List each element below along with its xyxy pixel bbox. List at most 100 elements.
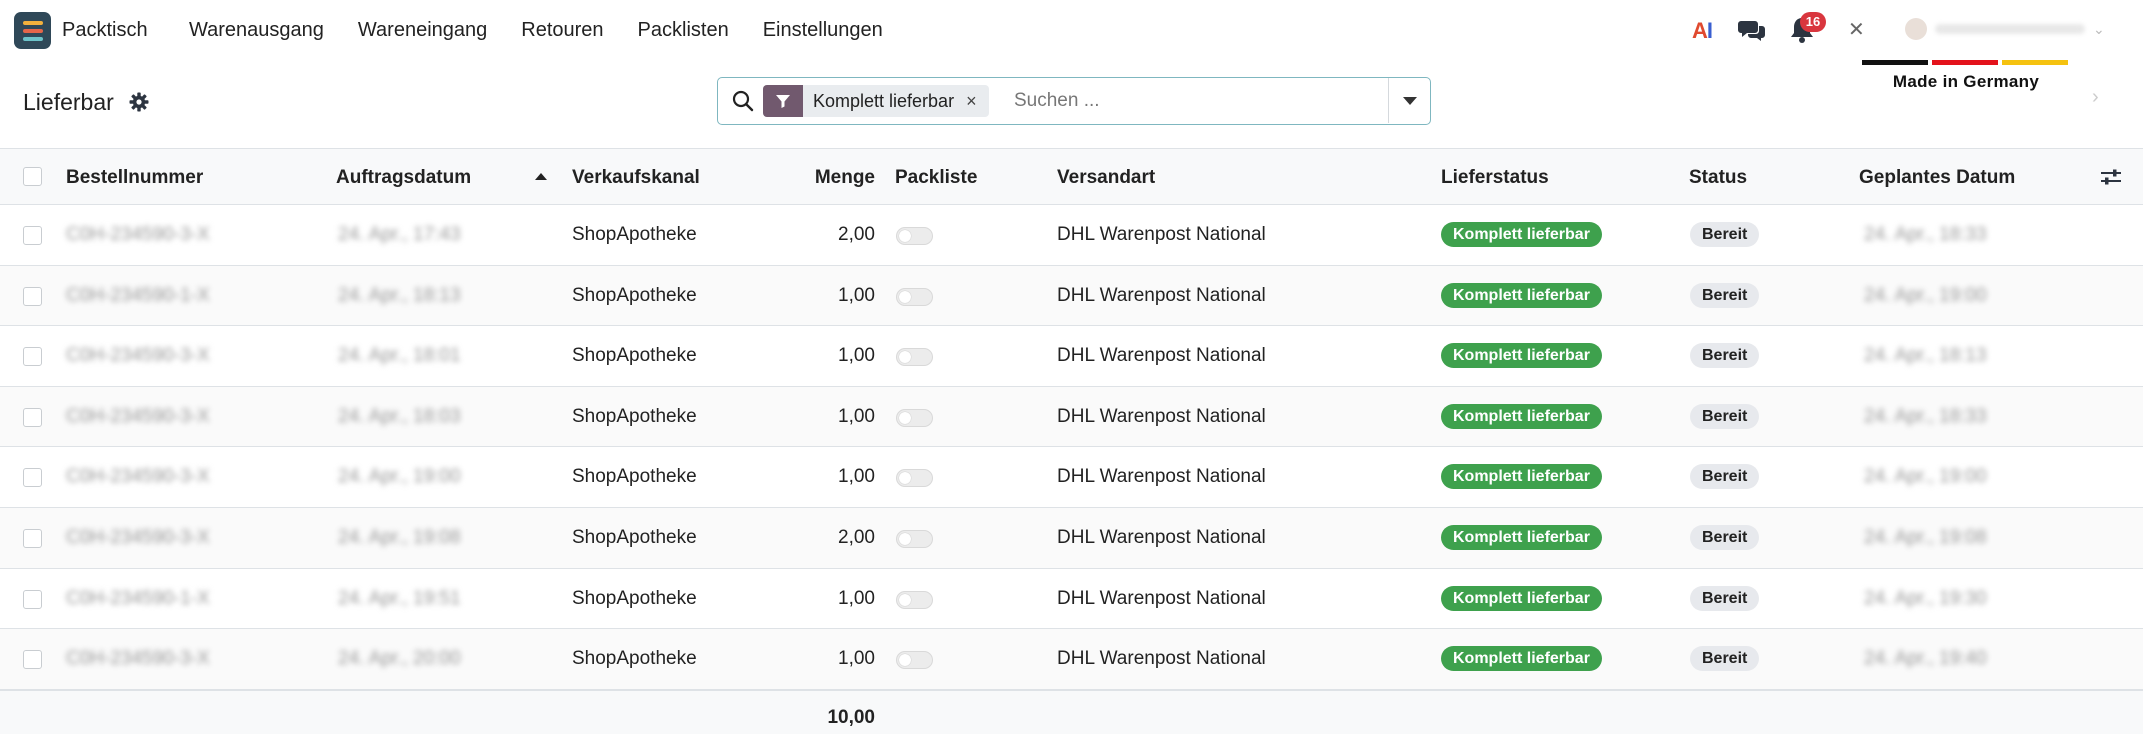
row-checkbox[interactable] [23,528,42,548]
cell-verkaufskanal: ShopApotheke [572,587,697,609]
menu-item-retouren[interactable]: Retouren [521,19,603,42]
packliste-toggle[interactable] [896,529,933,548]
column-header-status[interactable]: Status [1689,167,1747,189]
cell-menge: 1,00 [838,284,875,306]
cell-verkaufskanal: ShopApotheke [572,466,697,488]
column-header-lieferstatus[interactable]: Lieferstatus [1441,167,1549,189]
table-row[interactable]: C0H-234590-1-X 24. Apr., 18:13 ShopApothek… [0,265,2143,327]
search-options-toggle[interactable] [1388,78,1430,123]
cell-auftragsdatum: 24. Apr., 18:01 [338,345,461,367]
cell-bestellnummer: C0H-234590-1-X [66,284,210,306]
cell-bestellnummer: C0H-234590-3-X [66,405,210,427]
lieferstatus-badge: Komplett lieferbar [1441,282,1602,308]
packliste-toggle[interactable] [896,651,933,670]
packliste-toggle[interactable] [896,408,933,427]
menu-item-warenausgang[interactable]: Warenausgang [189,19,324,42]
cell-bestellnummer: C0H-234590-3-X [66,526,210,548]
table-row[interactable]: C0H-234590-3-X 24. Apr., 19:00 ShopApothek… [0,447,2143,508]
cell-geplantes-datum: 24. Apr., 19:00 [1864,466,1987,488]
notification-badge: 16 [1800,12,1826,32]
cell-geplantes-datum: 24. Apr., 18:33 [1864,224,1987,245]
user-name-redacted [1935,24,2085,34]
cell-menge: 1,00 [838,466,875,488]
app-icon[interactable] [14,12,51,49]
cell-geplantes-datum: 24. Apr., 19:00 [1864,284,1987,306]
column-header-menge[interactable]: Menge [815,167,875,189]
cell-versandart: DHL Warenpost National [1057,587,1266,609]
page-title[interactable]: Lieferbar [23,89,114,116]
facet-remove-button[interactable]: × [966,85,989,117]
packliste-toggle[interactable] [896,590,933,609]
cell-auftragsdatum: 24. Apr., 17:43 [338,224,461,245]
cell-bestellnummer: C0H-234590-3-X [66,466,210,488]
row-checkbox[interactable] [23,407,42,427]
cell-menge: 1,00 [838,587,875,609]
packliste-toggle[interactable] [896,287,933,306]
search-icon[interactable] [732,90,754,117]
packliste-toggle[interactable] [896,227,933,245]
cell-menge: 2,00 [838,526,875,548]
chat-icon[interactable] [1738,17,1766,48]
table-row[interactable]: C0H-234590-3-X 24. Apr., 20:00 ShopApothek… [0,629,2143,690]
row-checkbox[interactable] [23,589,42,609]
cell-versandart: DHL Warenpost National [1057,648,1266,670]
app-name[interactable]: Packtisch [62,19,148,42]
facet-label: Komplett lieferbar [813,91,955,111]
table-header: Bestellnummer Auftragsdatum Verkaufskana… [0,148,2143,205]
table-row[interactable]: C0H-234590-1-X 24. Apr., 19:51 ShopApothek… [0,568,2143,630]
row-checkbox[interactable] [23,226,42,245]
table-row[interactable]: C0H-234590-3-X 24. Apr., 18:03 ShopApothek… [0,386,2143,448]
cell-menge: 1,00 [838,648,875,670]
cell-verkaufskanal: ShopApotheke [572,224,697,245]
menu-item-packlisten[interactable]: Packlisten [638,19,729,42]
row-checkbox[interactable] [23,347,42,367]
row-checkbox[interactable] [23,650,42,670]
packliste-toggle[interactable] [896,469,933,488]
table-row[interactable]: C0H-234590-3-X 24. Apr., 18:01 ShopApothek… [0,326,2143,387]
lieferstatus-badge: Komplett lieferbar [1441,464,1602,490]
cell-auftragsdatum: 24. Apr., 18:13 [338,284,461,306]
ai-icon-letter-a: A [1692,18,1708,43]
lieferstatus-badge: Komplett lieferbar [1441,403,1602,429]
packliste-toggle[interactable] [896,348,933,367]
cell-versandart: DHL Warenpost National [1057,284,1266,306]
chevron-right-icon[interactable]: › [2092,86,2099,109]
gear-icon[interactable] [129,92,149,117]
search-input[interactable] [1014,86,1374,116]
caret-down-icon [1402,96,1417,105]
column-header-packliste[interactable]: Packliste [895,167,977,189]
status-badge: Bereit [1690,222,1760,247]
column-header-auftragsdatum[interactable]: Auftragsdatum [336,167,471,189]
user-menu[interactable]: ⌄ [1905,16,2115,42]
column-header-verkaufskanal[interactable]: Verkaufskanal [572,167,700,189]
sliders-icon[interactable] [2100,167,2122,192]
row-checkbox[interactable] [23,286,42,306]
cell-auftragsdatum: 24. Apr., 20:00 [338,648,461,670]
cell-geplantes-datum: 24. Apr., 18:13 [1864,345,1987,367]
filter-icon [763,85,803,117]
column-header-versandart[interactable]: Versandart [1057,167,1155,189]
column-header-geplantes-datum[interactable]: Geplantes Datum [1859,167,2015,189]
cell-bestellnummer: C0H-234590-1-X [66,587,210,609]
table-row[interactable]: C0H-234590-3-X 24. Apr., 19:08 ShopApothek… [0,507,2143,569]
cell-verkaufskanal: ShopApotheke [572,526,697,548]
table-footer: 10,00 [0,689,2143,734]
column-header-bestellnummer[interactable]: Bestellnummer [66,167,203,189]
ai-icon[interactable]: AI [1692,18,1713,44]
select-all-checkbox[interactable] [23,167,42,186]
cell-auftragsdatum: 24. Apr., 18:03 [338,405,461,427]
menu-item-wareneingang[interactable]: Wareneingang [358,19,487,42]
cell-bestellnummer: C0H-234590-3-X [66,648,210,670]
table-body: C0H-234590-3-X 24. Apr., 17:43 ShopApothek… [0,205,2143,690]
cell-verkaufskanal: ShopApotheke [572,648,697,670]
total-quantity: 10,00 [827,706,875,728]
menu-item-einstellungen[interactable]: Einstellungen [763,19,883,42]
cell-geplantes-datum: 24. Apr., 18:33 [1864,405,1987,427]
table-row[interactable]: C0H-234590-3-X 24. Apr., 17:43 ShopApothek… [0,205,2143,266]
cell-versandart: DHL Warenpost National [1057,345,1266,367]
status-badge: Bereit [1690,403,1760,429]
status-badge: Bereit [1690,282,1760,308]
row-checkbox[interactable] [23,468,42,488]
cell-auftragsdatum: 24. Apr., 19:08 [338,526,461,548]
close-icon[interactable]: ✕ [1848,20,1865,40]
